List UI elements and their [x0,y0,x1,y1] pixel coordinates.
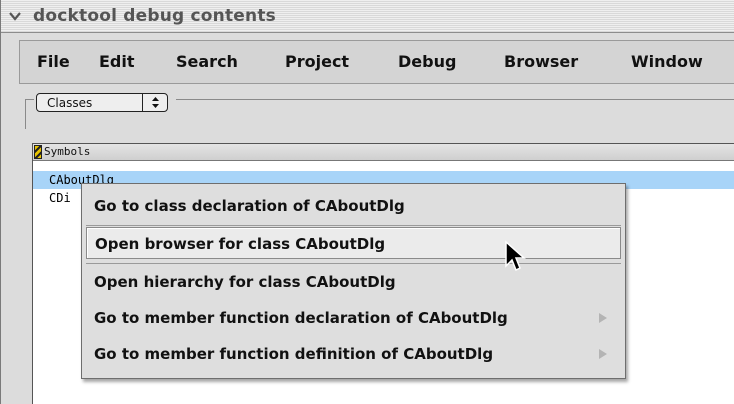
collapse-triangle-icon[interactable] [7,9,23,23]
menu-item-member-function-declaration[interactable]: Go to member function declaration of CAb… [86,302,621,334]
menu-browser[interactable]: Browser [504,41,578,83]
title-bar[interactable]: docktool debug contents [1,0,734,33]
classes-popup[interactable]: Classes [36,93,168,112]
symbols-header-label: Symbols [44,145,91,158]
menu-item-open-browser[interactable]: Open browser for class CAboutDlg [86,227,621,259]
menu-project[interactable]: Project [285,41,349,83]
menu-item-label: Open browser for class CAboutDlg [95,235,386,253]
menu-separator [86,225,621,226]
up-down-arrows-icon[interactable] [142,94,167,111]
menu-item-label: Go to class declaration of CAboutDlg [94,197,405,215]
menu-file[interactable]: File [37,41,70,83]
context-menu: Go to class declaration of CAboutDlg Ope… [81,183,626,379]
sort-indicator-icon[interactable] [34,145,42,159]
app-window: docktool debug contents File Edit Search… [0,0,734,404]
menu-item-open-hierarchy[interactable]: Open hierarchy for class CAboutDlg [86,266,621,298]
submenu-arrow-icon [599,349,607,359]
menu-separator [86,263,621,264]
menu-item-label: Go to member function declaration of CAb… [94,309,508,327]
classes-popup-container: Classes [34,92,176,113]
menu-bar: File Edit Search Project Debug Browser W… [19,40,734,84]
menu-debug[interactable]: Debug [398,41,456,83]
menu-search[interactable]: Search [176,41,238,83]
menu-item-go-to-class-declaration[interactable]: Go to class declaration of CAboutDlg [86,190,621,222]
classes-popup-label: Classes [47,95,93,110]
menu-item-label: Go to member function definition of CAbo… [94,345,494,363]
menu-item-label: Open hierarchy for class CAboutDlg [94,273,396,291]
row-label: CDi [49,191,71,205]
symbols-header[interactable]: Symbols [33,144,734,161]
menu-item-member-function-definition[interactable]: Go to member function definition of CAbo… [86,338,621,370]
submenu-arrow-icon [599,313,607,323]
window-title: docktool debug contents [33,6,276,26]
menu-window[interactable]: Window [631,41,703,83]
mouse-pointer-icon [504,240,528,274]
menu-edit[interactable]: Edit [99,41,135,83]
